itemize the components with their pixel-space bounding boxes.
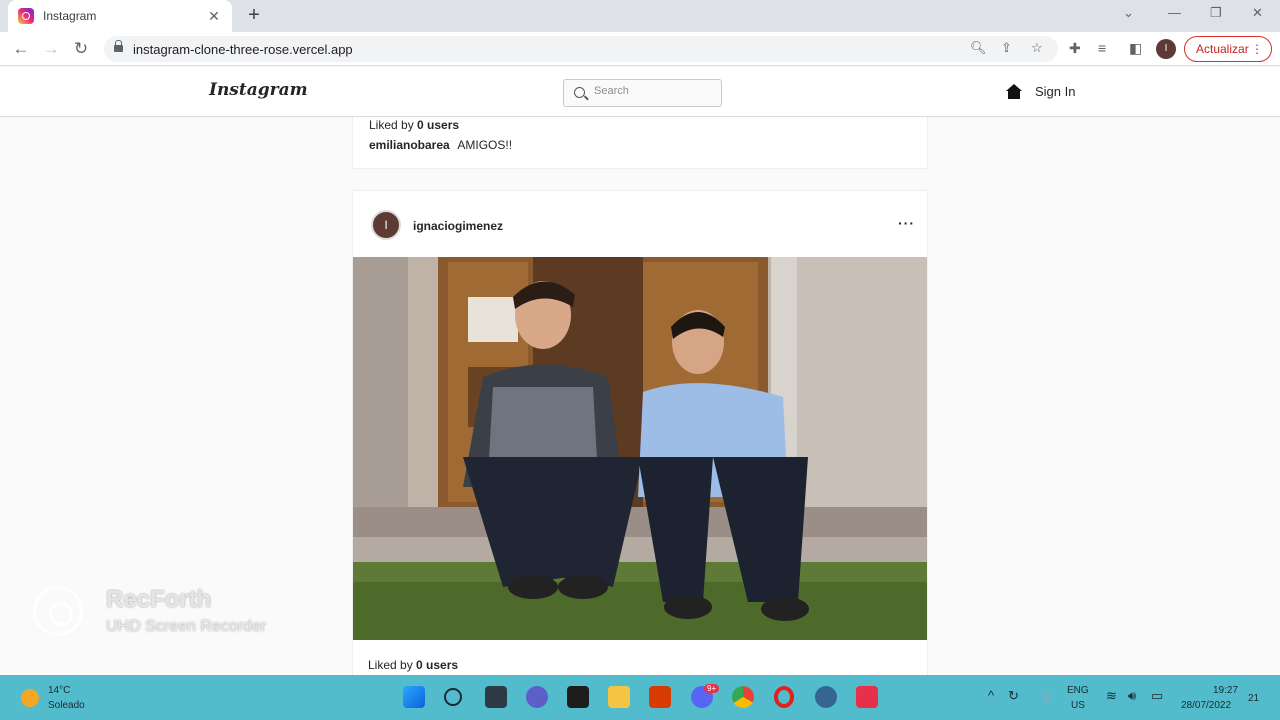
recorder-app-icon[interactable]	[856, 686, 878, 708]
post-image	[353, 257, 927, 640]
wifi-icon[interactable]: ≋	[1106, 688, 1117, 704]
media-controls-icon[interactable]: ≡	[1098, 40, 1106, 56]
avatar[interactable]: I	[371, 210, 401, 240]
minimize-icon[interactable]: —	[1168, 5, 1181, 20]
tray-chevron-icon[interactable]: ^	[988, 688, 994, 703]
postgresql-icon[interactable]	[815, 686, 837, 708]
clock-time[interactable]: 19:27	[1213, 685, 1238, 696]
instagram-header: Instagram Sign In	[0, 67, 1280, 117]
office-icon[interactable]	[649, 686, 671, 708]
update-label: Actualizar	[1196, 42, 1249, 56]
extensions-icon[interactable]: ✚	[1069, 40, 1081, 57]
search-taskbar-icon[interactable]	[444, 688, 462, 706]
post-photo-illustration	[353, 257, 927, 640]
chrome-icon[interactable]	[732, 686, 754, 708]
reload-icon[interactable]: ↻	[70, 38, 92, 60]
bookmark-star-icon[interactable]: ☆	[1031, 40, 1043, 56]
file-explorer-icon[interactable]	[608, 686, 630, 708]
post-username[interactable]: ignaciogimenez	[413, 219, 503, 233]
liked-count: 0 users	[416, 658, 459, 672]
start-menu-icon[interactable]	[403, 686, 425, 708]
new-tab-button[interactable]: +	[244, 4, 264, 27]
teams-chat-icon[interactable]	[526, 686, 548, 708]
window-close-icon[interactable]: ✕	[1252, 5, 1263, 21]
liked-by-text: Liked by 0 users	[369, 118, 460, 132]
post-card-previous: Liked by 0 users emilianobarea AMIGOS!!	[352, 117, 928, 169]
zoom-icon[interactable]: 🔍︎	[970, 40, 987, 56]
taskbar: 14°C Soleado 9+ ^ ↻ 🎙︎ ENG US ≋ 🔊︎ ▭ 19:…	[0, 675, 1280, 720]
notification-count[interactable]: 21	[1248, 693, 1259, 704]
weather-sun-icon[interactable]	[21, 689, 39, 707]
home-icon[interactable]	[1006, 84, 1022, 99]
tab-search-chevron-icon[interactable]: ⌄	[1123, 5, 1134, 21]
volume-icon[interactable]: 🔊︎	[1128, 688, 1136, 704]
caption-text: AMIGOS!!	[457, 138, 513, 152]
search-icon	[574, 87, 585, 98]
liked-by-text: Liked by 0 users	[368, 658, 459, 672]
post-caption: emilianobarea AMIGOS!!	[369, 138, 512, 152]
share-icon[interactable]: ⇪	[1001, 40, 1012, 56]
discord-badge: 9+	[704, 684, 720, 693]
weather-condition[interactable]: Soleado	[48, 700, 85, 711]
forward-arrow-icon[interactable]: →	[40, 38, 62, 60]
task-view-icon[interactable]	[485, 686, 507, 708]
instagram-favicon-icon	[18, 8, 34, 24]
lock-icon[interactable]	[114, 40, 123, 54]
more-options-icon[interactable]: ···	[898, 215, 915, 231]
microphone-icon[interactable]: 🎙︎	[1037, 688, 1054, 704]
battery-icon[interactable]: ▭	[1151, 688, 1163, 704]
language-top[interactable]: ENG	[1067, 685, 1089, 696]
caption-username[interactable]: emilianobarea	[369, 138, 450, 152]
widgets-icon[interactable]	[567, 686, 589, 708]
address-bar[interactable]: instagram-clone-three-rose.vercel.app 🔍︎…	[104, 36, 1058, 62]
back-arrow-icon[interactable]: ←	[10, 38, 32, 60]
update-button[interactable]: Actualizar ⋮	[1184, 36, 1272, 62]
recorder-logo-icon	[33, 586, 83, 636]
browser-toolbar: ← → ↻ instagram-clone-three-rose.vercel.…	[0, 32, 1280, 66]
browser-menu-icon[interactable]: ⋮	[1251, 37, 1263, 61]
search-input[interactable]	[594, 85, 714, 97]
close-tab-icon[interactable]: ✕	[206, 8, 222, 25]
url-text: instagram-clone-three-rose.vercel.app	[133, 42, 353, 57]
language-bottom[interactable]: US	[1071, 700, 1085, 711]
side-panel-icon[interactable]: ◧	[1129, 40, 1142, 57]
search-box[interactable]	[563, 79, 722, 107]
watermark-subtitle: UHD Screen Recorder	[106, 618, 267, 635]
tab-title: Instagram	[43, 9, 97, 23]
weather-temperature[interactable]: 14°C	[48, 685, 70, 696]
clock-date[interactable]: 28/07/2022	[1181, 700, 1231, 711]
browser-tabstrip: Instagram ✕ + ⌄ — ❐ ✕	[0, 0, 1280, 32]
opera-icon[interactable]	[774, 686, 794, 708]
instagram-logo[interactable]: Instagram	[209, 80, 308, 100]
watermark-name: RecForth	[106, 586, 212, 613]
sign-in-link[interactable]: Sign In	[1035, 84, 1075, 99]
browser-profile-avatar[interactable]: I	[1156, 39, 1176, 59]
restore-icon[interactable]: ❐	[1210, 5, 1222, 21]
sync-icon[interactable]: ↻	[1008, 688, 1019, 704]
liked-count: 0 users	[417, 118, 460, 132]
browser-tab[interactable]: Instagram ✕	[8, 0, 232, 32]
